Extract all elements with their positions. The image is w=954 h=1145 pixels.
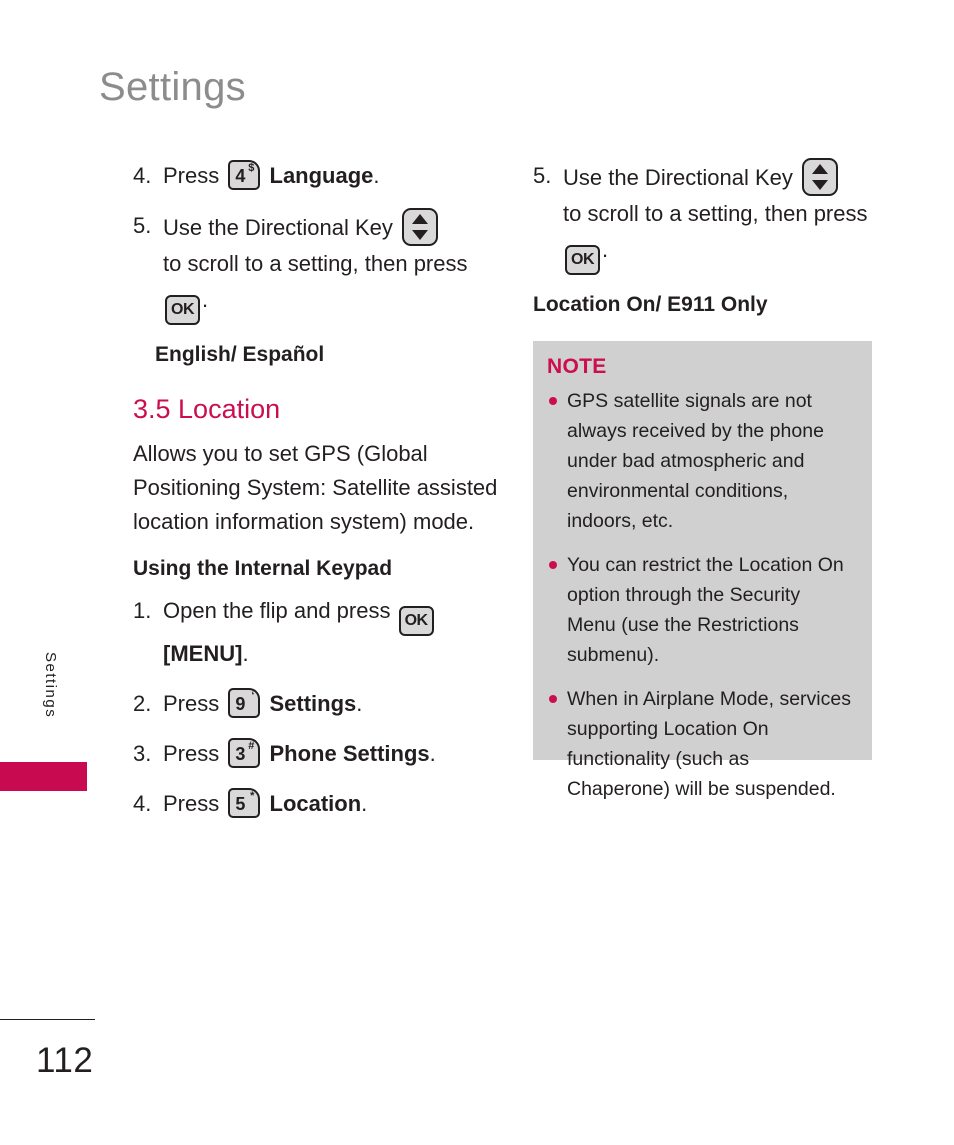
note-item-text: GPS satellite signals are not always rec… — [567, 390, 824, 533]
bullet-icon — [549, 397, 557, 406]
bullet-icon — [549, 561, 557, 570]
step-text: Open the flip and press — [163, 598, 391, 624]
footer-divider — [0, 1019, 95, 1020]
key-digit: 5 — [235, 794, 246, 815]
key-9-icon: 9 ‘ — [228, 688, 261, 719]
step-bold-label: Settings — [269, 691, 357, 717]
step-number: 5. — [133, 213, 152, 238]
side-tab-label: Settings — [42, 652, 59, 719]
key-superscript: ‘ — [251, 690, 255, 703]
key-4-icon: 4 $ — [228, 160, 261, 190]
ok-key-icon: OK — [165, 295, 200, 325]
step-text: Press — [163, 163, 220, 188]
key-superscript: * — [250, 790, 255, 803]
step-number: 3. — [133, 741, 152, 767]
key-superscript: $ — [248, 162, 255, 174]
directional-key-icon — [402, 208, 439, 246]
location-description: Allows you to set GPS (Global Positionin… — [133, 441, 498, 535]
step-text-cont: to scroll to a setting, then press — [163, 251, 468, 276]
step-directional-key: 5. Use the Directional Key to scroll to a… — [133, 208, 503, 325]
note-list-item: When in Airplane Mode, services supporti… — [547, 684, 854, 804]
page-title: Settings — [99, 65, 246, 109]
key-digit: 3 — [235, 744, 246, 765]
note-title: NOTE — [547, 355, 607, 378]
step-punct: . — [356, 691, 363, 717]
step-bold-label: Language — [269, 163, 374, 188]
step-punct: . — [429, 741, 436, 767]
arrow-down-icon — [412, 230, 429, 240]
step-number: 1. — [133, 598, 152, 624]
using-internal-keypad-heading: Using the Internal Keypad — [133, 557, 393, 581]
step-number: 5. — [533, 163, 552, 188]
directional-key-icon — [802, 158, 839, 196]
right-column: 5. Use the Directional Key to scroll to a… — [533, 158, 878, 329]
note-box: NOTE GPS satellite signals are not alway… — [533, 341, 872, 800]
key-3-icon: 3 # — [228, 738, 261, 769]
side-tab-marker — [0, 762, 87, 791]
step-punct: . — [202, 287, 209, 312]
step-bold-label: [MENU] — [163, 641, 243, 667]
key-superscript: # — [248, 740, 255, 753]
left-column: 4. Press 4 $ Language. 5. Use the Directio… — [133, 158, 503, 836]
step-punct: . — [373, 163, 380, 188]
step-number: 4. — [133, 791, 152, 817]
ok-key-icon: OK — [565, 245, 600, 275]
step-number: 4. — [133, 163, 152, 188]
step-bold-label: Phone Settings — [269, 741, 430, 767]
arrow-up-icon — [812, 164, 829, 174]
english-espanol-label: English/ Español — [155, 343, 325, 366]
key-digit: 9 — [235, 694, 246, 715]
note-item-text: When in Airplane Mode, services supporti… — [567, 688, 851, 801]
step-open-flip: 1. Open the flip and press OK [MENU]. — [133, 593, 503, 672]
note-list-item: You can restrict the Location On option … — [547, 550, 854, 670]
step-punct: . — [361, 791, 368, 817]
step-text: Press — [163, 791, 220, 817]
step-press-location: 4. Press 5 * Location. — [133, 786, 503, 822]
ok-key-icon: OK — [398, 606, 434, 637]
step-punct: . — [242, 641, 249, 667]
note-list-item: GPS satellite signals are not always rec… — [547, 386, 854, 536]
step-press-language: 4. Press 4 $ Language. — [133, 158, 503, 194]
step-directional-key-right: 5. Use the Directional Key to scroll to a… — [533, 158, 878, 275]
key-digit: 4 — [235, 166, 246, 186]
step-text: Press — [163, 691, 220, 717]
step-text: Use the Directional Key — [163, 215, 393, 240]
step-text-cont: to scroll to a setting, then press — [563, 201, 868, 226]
page-number: 112 — [36, 1041, 94, 1080]
step-bold-label: Location — [269, 791, 362, 817]
step-press-settings: 2. Press 9 ‘ Settings. — [133, 686, 503, 722]
bullet-icon — [549, 695, 557, 704]
step-punct: . — [602, 237, 609, 262]
section-heading-location: 3.5 Location — [133, 394, 281, 424]
step-press-phone-settings: 3. Press 3 # Phone Settings. — [133, 736, 503, 772]
step-number: 2. — [133, 691, 152, 717]
key-5-icon: 5 * — [228, 788, 261, 819]
location-on-e911-heading: Location On/ E911 Only — [533, 293, 768, 316]
arrow-down-icon — [812, 180, 829, 190]
step-text: Use the Directional Key — [563, 165, 793, 190]
step-text: Press — [163, 741, 220, 767]
note-item-text: You can restrict the Location On option … — [567, 554, 844, 667]
arrow-up-icon — [412, 214, 429, 224]
